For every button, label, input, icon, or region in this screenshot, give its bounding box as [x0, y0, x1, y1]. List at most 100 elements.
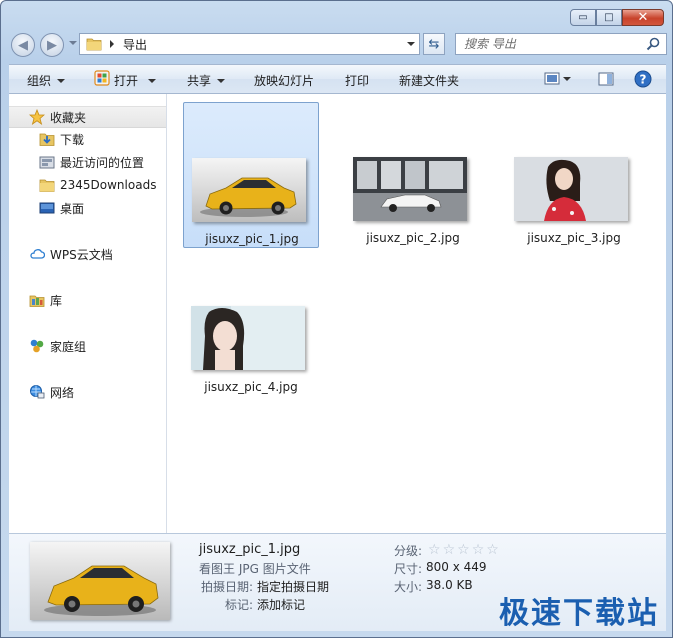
nav-item-2345downloads[interactable]: 2345Downloads: [9, 175, 166, 195]
minimize-button[interactable]: ▭: [570, 9, 596, 26]
slideshow-label: 放映幻灯片: [254, 74, 315, 88]
share-label: 共享: [187, 74, 212, 88]
nav-downloads-label: 下载: [60, 132, 85, 147]
site-watermark: 极速下载站: [499, 596, 659, 631]
file-tile-3[interactable]: jisuxz_pic_3.jpg: [506, 102, 642, 248]
minimize-icon: ▭: [578, 11, 588, 23]
details-filename: jisuxz_pic_1.jpg: [199, 542, 301, 557]
address-bar[interactable]: 导出: [79, 33, 420, 55]
nav-network-label: 网络: [50, 385, 75, 400]
nav-recent-label: 最近访问的位置: [60, 155, 145, 170]
details-date-taken-value[interactable]: 指定拍摄日期: [257, 578, 329, 595]
nav-item-homegroup[interactable]: 家庭组: [9, 336, 166, 356]
print-label: 打印: [345, 74, 370, 88]
details-tags-value[interactable]: 添加标记: [257, 596, 305, 613]
file-tile-2[interactable]: jisuxz_pic_2.jpg: [345, 102, 481, 248]
file-tile-1[interactable]: jisuxz_pic_1.jpg: [183, 102, 319, 248]
view-options-dropdown[interactable]: [563, 77, 571, 81]
main-area: 收藏夹 下载 最近访问的位置 2345Downloads 桌面 WPS云文档 库…: [9, 94, 666, 533]
caption-buttons: ▭ □ ✕: [570, 9, 664, 26]
forward-arrow-icon: ▶: [47, 37, 57, 53]
portrait-thumbnail-icon: [514, 157, 628, 221]
slideshow-button[interactable]: 放映幻灯片: [254, 72, 314, 89]
explorer-window: ▭ □ ✕ ◀ ▶ 导出 ⇆ 搜索 导出 组织 打开 共享 放映幻灯片 打印 新…: [0, 0, 673, 638]
recent-pages-dropdown[interactable]: [69, 41, 77, 45]
nav-item-downloads[interactable]: 下载: [9, 129, 166, 149]
rating-stars[interactable]: ☆ ☆ ☆ ☆ ☆: [428, 543, 501, 557]
folder-icon: [86, 38, 102, 51]
breadcrumb-separator-icon[interactable]: [110, 40, 114, 48]
back-arrow-icon: ◀: [18, 37, 28, 53]
maximize-icon: □: [604, 11, 614, 23]
downloads-folder-icon: [39, 133, 55, 146]
nav-item-network[interactable]: 网络: [9, 382, 166, 402]
breadcrumb-current-folder[interactable]: 导出: [123, 36, 147, 53]
help-icon[interactable]: ?: [634, 70, 652, 88]
address-history-dropdown[interactable]: [407, 42, 415, 46]
details-size-label: 大小:: [394, 580, 423, 594]
refresh-button[interactable]: ⇆: [423, 33, 445, 55]
refresh-icon: ⇆: [428, 36, 440, 52]
details-date-taken-label: 拍摄日期:: [201, 580, 254, 594]
open-button[interactable]: 打开: [114, 72, 157, 89]
details-file-type: 看图王 JPG 图片文件: [199, 562, 311, 576]
navigation-bar: ◀ ▶ 导出 ⇆: [9, 32, 667, 58]
nav-desktop-label: 桌面: [60, 201, 85, 216]
nav-item-libraries[interactable]: 库: [9, 290, 166, 310]
preview-pane-icon[interactable]: [598, 72, 614, 86]
cloud-icon: [30, 249, 45, 259]
svg-text:?: ?: [640, 72, 647, 86]
desktop-icon: [39, 202, 55, 214]
details-dimensions-label: 尺寸:: [394, 562, 423, 576]
search-box[interactable]: [455, 33, 667, 55]
nav-item-wps-cloud[interactable]: WPS云文档: [9, 244, 166, 264]
star-icon[interactable]: ☆: [428, 543, 441, 557]
star-icon[interactable]: ☆: [443, 543, 456, 557]
file-name: jisuxz_pic_2.jpg: [366, 231, 460, 245]
chevron-down-icon: [217, 78, 226, 83]
back-button[interactable]: ◀: [11, 33, 35, 57]
car-thumbnail-icon: [192, 158, 306, 222]
nav-item-favorites[interactable]: 收藏夹: [9, 106, 166, 128]
details-dimensions-value: 800 x 449: [426, 560, 487, 574]
nav-item-recent-places[interactable]: 最近访问的位置: [9, 152, 166, 172]
star-icon[interactable]: ☆: [472, 543, 485, 557]
nav-wps-label: WPS云文档: [50, 247, 113, 262]
file-tile-4[interactable]: jisuxz_pic_4.jpg: [183, 251, 319, 397]
maximize-button[interactable]: □: [596, 9, 622, 26]
forward-button[interactable]: ▶: [40, 33, 64, 57]
view-options-icon[interactable]: [544, 72, 560, 86]
nav-libraries-label: 库: [50, 293, 63, 308]
open-label: 打开: [114, 74, 139, 88]
star-icon: [29, 109, 45, 125]
nav-item-desktop[interactable]: 桌面: [9, 198, 166, 218]
search-icon[interactable]: [646, 37, 660, 51]
details-size-value: 38.0 KB: [426, 578, 473, 592]
command-bar: 组织 打开 共享 放映幻灯片 打印 新建文件夹 ?: [9, 64, 666, 94]
car-showroom-thumbnail-icon: [353, 157, 467, 221]
recent-places-icon: [39, 156, 55, 169]
file-name: jisuxz_pic_4.jpg: [204, 380, 298, 394]
nav-2345downloads-label: 2345Downloads: [60, 178, 157, 192]
navigation-pane: 收藏夹 下载 最近访问的位置 2345Downloads 桌面 WPS云文档 库…: [9, 94, 167, 533]
new-folder-label: 新建文件夹: [399, 74, 460, 88]
details-tags-label: 标记:: [225, 598, 254, 612]
homegroup-icon: [30, 339, 44, 353]
search-input[interactable]: [462, 36, 646, 52]
selected-file-preview: [30, 542, 170, 620]
details-rating-label: 分级:: [394, 544, 423, 558]
print-button[interactable]: 打印: [345, 72, 369, 89]
nav-favorites-label: 收藏夹: [50, 110, 87, 125]
file-list: jisuxz_pic_1.jpg jisuxz_pic_2.jpg jisuxz…: [167, 94, 666, 533]
new-folder-button[interactable]: 新建文件夹: [399, 72, 459, 89]
chevron-down-icon: [57, 78, 66, 83]
share-menu[interactable]: 共享: [187, 72, 226, 89]
star-icon[interactable]: ☆: [457, 543, 470, 557]
star-icon[interactable]: ☆: [486, 543, 499, 557]
organize-menu[interactable]: 组织: [27, 72, 66, 89]
chevron-down-icon[interactable]: [148, 78, 157, 83]
organize-label: 组织: [27, 74, 52, 88]
close-button[interactable]: ✕: [622, 9, 664, 26]
folder-icon: [39, 179, 55, 192]
network-icon: [30, 385, 45, 399]
